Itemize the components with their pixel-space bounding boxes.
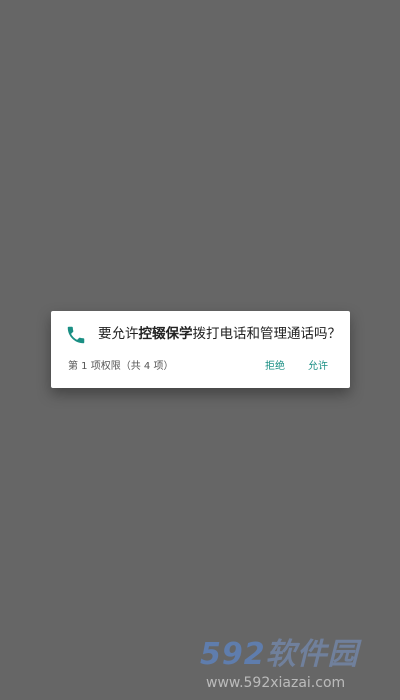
permission-counter: 第 1 项权限（共 4 项） (68, 361, 174, 372)
watermark-logo-text: 软件园 (265, 637, 359, 672)
watermark-url: www.592xiazai.com (206, 675, 346, 691)
watermark-logo-number: 592 (200, 637, 266, 672)
phone-icon (67, 326, 85, 344)
permission-message: 要允许控辍保学拨打电话和管理通话吗？ (98, 324, 343, 344)
watermark-logo: 592软件园 (200, 638, 359, 672)
watermark: 592软件园 www.592xiazai.com (200, 638, 395, 696)
permission-dialog: 要允许控辍保学拨打电话和管理通话吗？ 第 1 项权限（共 4 项） 拒绝 允许 (51, 311, 350, 388)
allow-button[interactable]: 允许 (308, 360, 328, 374)
message-suffix: 拨打电话和管理通话吗？ (192, 326, 342, 342)
deny-button[interactable]: 拒绝 (265, 360, 285, 374)
app-name: 控辍保学 (138, 326, 193, 342)
message-prefix: 要允许 (98, 326, 139, 342)
